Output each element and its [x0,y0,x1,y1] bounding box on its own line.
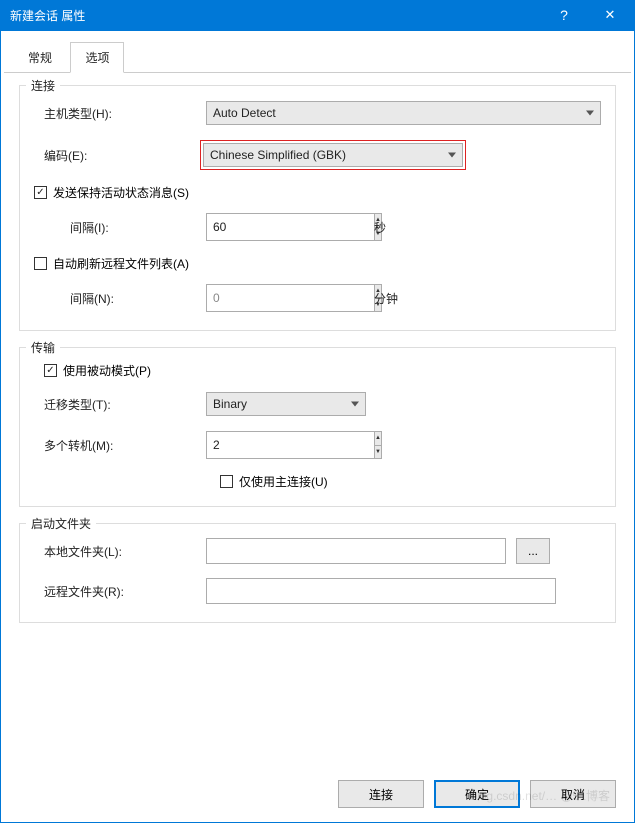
interval2-unit: 分钟 [374,290,398,307]
group-legend-startup: 启动文件夹 [26,515,96,532]
remote-folder-input[interactable] [206,578,556,604]
local-folder-label: 本地文件夹(L): [34,543,206,560]
group-startup: 启动文件夹 本地文件夹(L): ... 远程文件夹(R): [19,523,616,623]
interval1-unit: 秒 [374,219,386,236]
local-folder-input[interactable] [206,538,506,564]
spin-up-icon[interactable]: ▲ [375,432,381,446]
autorefresh-label: 自动刷新远程文件列表(A) [53,255,189,272]
close-button[interactable]: ✕ [587,0,633,30]
keepalive-label: 发送保持活动状态消息(S) [53,184,189,201]
group-legend-connection: 连接 [26,77,60,94]
encoding-label: 编码(E): [34,147,203,164]
interval1-input[interactable] [206,213,374,241]
tab-options[interactable]: 选项 [70,42,124,73]
interval2-spinner[interactable]: ▲▼ [206,284,356,312]
mainconn-checkbox[interactable] [220,475,233,488]
host-type-label: 主机类型(H): [34,105,206,122]
multi-label: 多个转机(M): [34,437,206,454]
remote-folder-label: 远程文件夹(R): [34,583,206,600]
interval1-spinner[interactable]: ▲▼ [206,213,356,241]
group-transfer: 传输 使用被动模式(P) 迁移类型(T): Binary 多个转机(M): ▲▼ [19,347,616,507]
interval2-input [206,284,374,312]
autorefresh-checkbox[interactable] [34,257,47,270]
encoding-select[interactable]: Chinese Simplified (GBK) [203,143,463,167]
window-title: 新建会话 属性 [10,7,541,24]
tab-general[interactable]: 常规 [14,43,66,72]
mainconn-label: 仅使用主连接(U) [239,473,328,490]
interval1-label: 间隔(I): [34,219,206,236]
multi-spinner[interactable]: ▲▼ [206,431,356,459]
browse-button[interactable]: ... [516,538,550,564]
keepalive-checkbox[interactable] [34,186,47,199]
title-bar: 新建会话 属性 ? ✕ [0,0,635,30]
tab-strip: 常规 选项 [4,31,631,73]
dialog-footer: 连接 确定 取消 [338,780,616,808]
passive-label: 使用被动模式(P) [63,362,151,379]
transfer-type-select[interactable]: Binary [206,392,366,416]
dialog-body: 常规 选项 连接 主机类型(H): Auto Detect 编码(E): Chi… [0,30,635,823]
spin-down-icon[interactable]: ▼ [375,446,381,459]
transfer-type-label: 迁移类型(T): [34,396,206,413]
host-type-select[interactable]: Auto Detect [206,101,601,125]
connect-button[interactable]: 连接 [338,780,424,808]
help-button[interactable]: ? [541,0,587,30]
group-legend-transfer: 传输 [26,339,60,356]
encoding-highlight: Chinese Simplified (GBK) [200,140,466,170]
multi-input[interactable] [206,431,374,459]
ok-button[interactable]: 确定 [434,780,520,808]
passive-checkbox[interactable] [44,364,57,377]
cancel-button[interactable]: 取消 [530,780,616,808]
close-icon: ✕ [605,7,616,23]
interval2-label: 间隔(N): [34,290,206,307]
group-connection: 连接 主机类型(H): Auto Detect 编码(E): Chinese S… [19,85,616,331]
